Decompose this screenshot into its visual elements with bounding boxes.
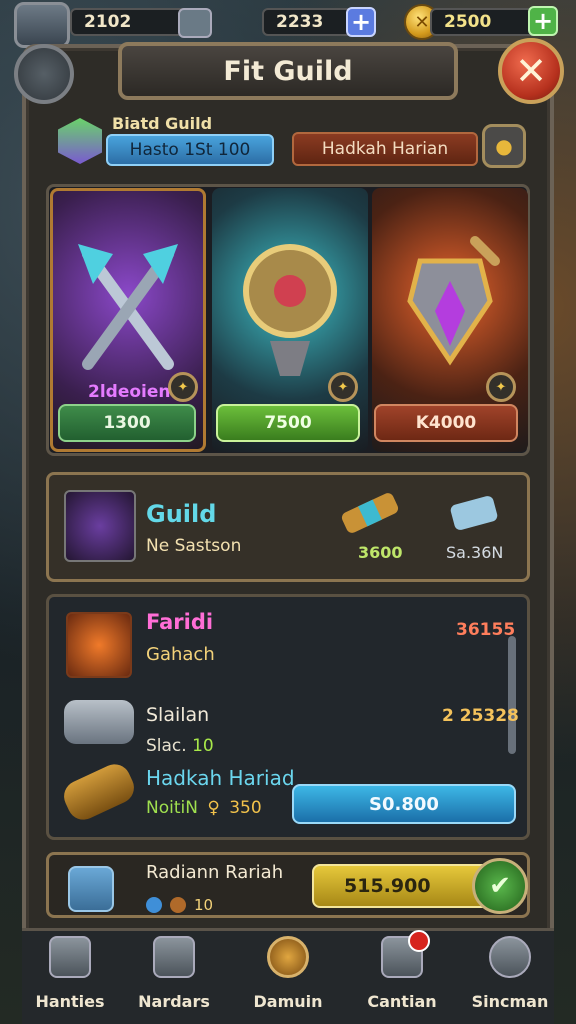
nav-item-cantian[interactable]: Cantian <box>352 936 452 1020</box>
list-item-1-subtitle: Gahach <box>146 644 215 665</box>
close-icon: ✕ <box>515 49 547 93</box>
add-coins-button[interactable]: + <box>528 6 558 36</box>
close-button[interactable]: ✕ <box>498 38 564 104</box>
action-subtitle: 10 <box>146 896 213 914</box>
notification-badge <box>408 930 430 952</box>
resource-bar: 2102 2233 + ✕ 2500 + <box>0 0 576 48</box>
medallion-icon <box>267 936 309 978</box>
shield-mace-icon <box>243 244 337 376</box>
guild-strip-title: Guild <box>146 500 217 528</box>
list-scrollbar[interactable] <box>508 636 516 754</box>
guild-strip-value-1: 3600 <box>358 543 403 562</box>
scroll-icon <box>49 936 91 978</box>
list-item-3-sub-label: NoitiN <box>146 798 198 818</box>
gear-part-icon <box>64 700 134 744</box>
weapon-card-3-price[interactable]: K4000 <box>374 404 518 442</box>
confirm-button[interactable]: ✔ <box>472 858 528 914</box>
card-2-badge-icon: ✦ <box>328 372 358 402</box>
corner-ornament-icon <box>14 44 74 104</box>
guild-member-button[interactable]: Hadkah Harian <box>292 132 478 166</box>
scroll-item-icon <box>341 493 399 533</box>
crystal-hammer-icon <box>407 236 500 366</box>
action-title: Radiann Rariah <box>146 862 284 883</box>
nav-label: Cantian <box>367 992 437 1011</box>
info-icon: ● <box>495 134 513 158</box>
info-button[interactable]: ● <box>482 124 526 168</box>
list-item-2-subtitle: Slac. 10 <box>146 736 214 756</box>
list-item-3-subtitle: NoitiN ♀ 350 <box>146 798 262 818</box>
box-icon <box>153 936 195 978</box>
guild-strip-value-2: Sa.36N <box>446 543 504 562</box>
crossed-axes-icon <box>78 244 178 370</box>
checkmark-icon: ✔ <box>489 871 511 901</box>
guild-level-bar[interactable]: Hasto 1St 100 <box>106 134 274 166</box>
gem-icon <box>178 8 212 38</box>
nav-item-damuin[interactable]: Damuin <box>238 936 338 1020</box>
fire-gem-icon <box>66 612 132 678</box>
nav-label: Hanties <box>35 992 105 1011</box>
list-item-1-value: 36155 <box>456 620 516 640</box>
weapon-card-1-price[interactable]: 1300 <box>58 404 196 442</box>
key-icon: ♀ <box>207 798 220 818</box>
weapon-card-1-name: 2ldeoien <box>88 382 171 402</box>
guild-strip-subtitle: Ne Sastson <box>146 536 242 556</box>
list-item-2-value: 2 25328 <box>442 706 519 726</box>
list-item-3-sub-value: 350 <box>229 798 262 818</box>
card-3-badge-icon: ✦ <box>486 372 516 402</box>
crate-icon <box>68 866 114 912</box>
list-item-3-title: Hadkah Hariad <box>146 766 295 790</box>
guild-label: Biatd Guild <box>112 114 213 133</box>
nav-label: Damuin <box>253 992 323 1011</box>
resource-right-value: 2500 <box>444 12 492 32</box>
nav-item-hanties[interactable]: Hanties <box>20 936 120 1020</box>
list-item-1-title: Faridi <box>146 610 214 634</box>
list-action-button[interactable]: S0.800 <box>292 784 516 824</box>
card-1-badge-icon: ✦ <box>168 372 198 402</box>
add-gems-button[interactable]: + <box>346 7 376 37</box>
list-item-2-sub-label: Slac. <box>146 736 187 756</box>
resource-left-value: 2102 <box>84 12 132 32</box>
blue-gem-icon <box>146 897 162 913</box>
bronze-coin-icon <box>170 897 186 913</box>
blueprint-item-icon <box>450 496 498 530</box>
nav-item-nardars[interactable]: Nardars <box>124 936 224 1020</box>
action-sub-value: 10 <box>194 896 214 914</box>
gear-icon <box>489 936 531 978</box>
sword-icon[interactable] <box>64 490 136 562</box>
weapon-card-2-price[interactable]: 7500 <box>216 404 360 442</box>
list-item-2-sub-value: 10 <box>192 736 214 756</box>
nav-label: Sincman <box>471 992 549 1011</box>
resource-mid-value: 2233 <box>276 12 324 32</box>
list-item-2-title: Slailan <box>146 704 210 726</box>
player-avatar[interactable] <box>14 2 70 48</box>
nav-item-sincman[interactable]: Sincman <box>460 936 560 1020</box>
nav-label: Nardars <box>138 992 210 1011</box>
page-title: Fit Guild <box>118 42 458 100</box>
